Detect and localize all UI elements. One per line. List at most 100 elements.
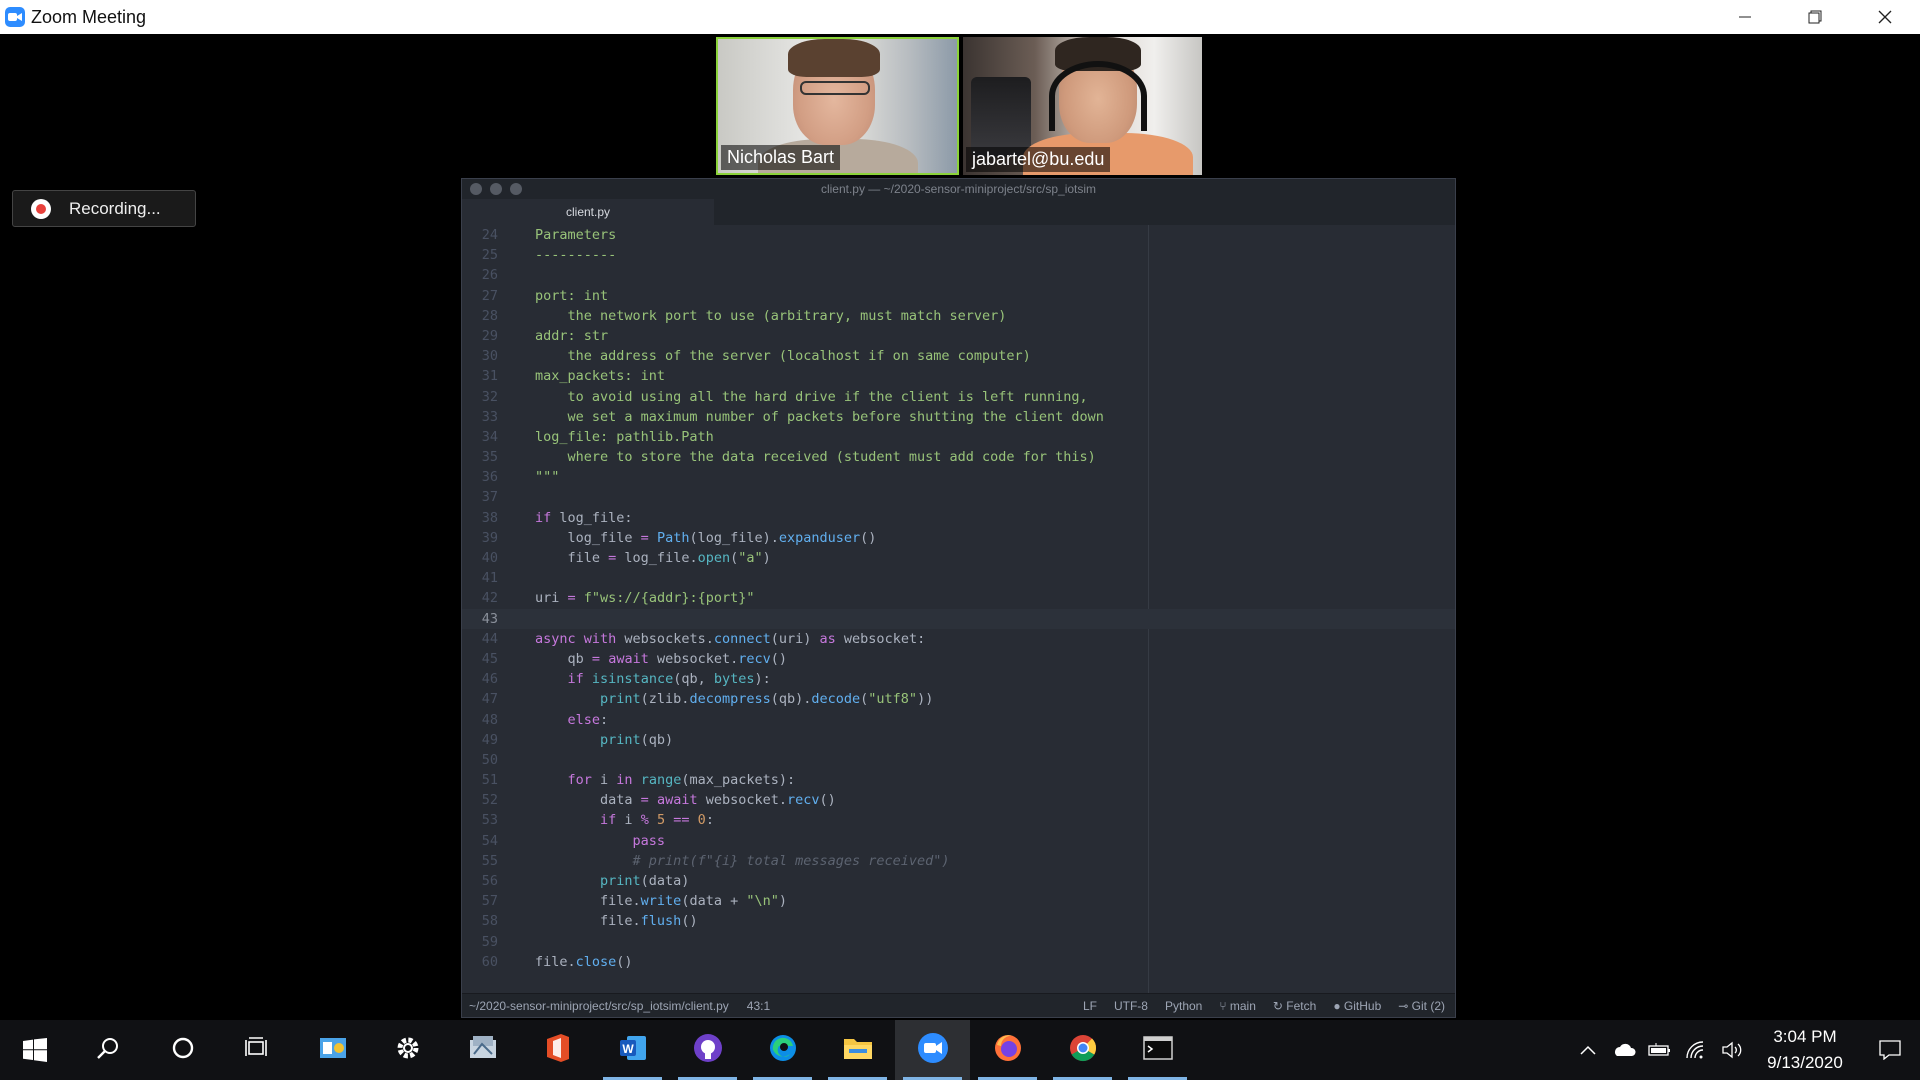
status-fetch-button[interactable]: ↻ Fetch bbox=[1273, 999, 1316, 1013]
code-text: Parameters bbox=[535, 227, 617, 243]
status-github-button[interactable]: ● GitHub bbox=[1333, 999, 1381, 1013]
action-center-button[interactable] bbox=[1860, 1020, 1920, 1080]
video-person-hair bbox=[788, 39, 880, 77]
code-line[interactable]: 57 file.write(data + "\n") bbox=[462, 891, 1455, 911]
code-line[interactable]: 36 """ bbox=[462, 467, 1455, 487]
code-line[interactable]: 60 file.close() bbox=[462, 952, 1455, 972]
code-line[interactable]: 56 print(data) bbox=[462, 871, 1455, 891]
word-taskbar-button[interactable]: W bbox=[595, 1020, 670, 1080]
status-git-button[interactable]: ⊸ Git (2) bbox=[1398, 999, 1445, 1013]
code-line[interactable]: 41 bbox=[462, 568, 1455, 588]
video-person-headphones bbox=[1049, 61, 1147, 131]
code-line[interactable]: 24 Parameters bbox=[462, 225, 1455, 245]
code-line[interactable]: 34 log_file: pathlib.Path bbox=[462, 427, 1455, 447]
start-button[interactable] bbox=[0, 1020, 70, 1080]
editor-window-title: client.py — ~/2020-sensor-miniproject/sr… bbox=[820, 182, 1097, 196]
code-line[interactable]: 33 we set a maximum number of packets be… bbox=[462, 407, 1455, 427]
code-line[interactable]: 48 else: bbox=[462, 710, 1455, 730]
notification-icon bbox=[1879, 1040, 1901, 1060]
code-line[interactable]: 30 the address of the server (localhost … bbox=[462, 346, 1455, 366]
tab-client-py[interactable]: client.py bbox=[462, 199, 714, 225]
line-number: 53 bbox=[481, 812, 498, 829]
code-line[interactable]: 46 if isinstance(qb, bytes): bbox=[462, 669, 1455, 689]
office-taskbar-button[interactable] bbox=[520, 1020, 595, 1080]
status-branch[interactable]: ⑂ main bbox=[1219, 999, 1256, 1013]
edge-taskbar-button[interactable] bbox=[745, 1020, 820, 1080]
terminal-taskbar-button[interactable] bbox=[1120, 1020, 1195, 1080]
participant-video-2[interactable]: jabartel@bu.edu bbox=[963, 37, 1202, 175]
github-icon: ● bbox=[1333, 998, 1344, 1013]
code-line[interactable]: 32 to avoid using all the hard drive if … bbox=[462, 387, 1455, 407]
code-line[interactable]: 59 bbox=[462, 932, 1455, 952]
code-line[interactable]: 58 file.flush() bbox=[462, 911, 1455, 931]
status-grammar[interactable]: Python bbox=[1165, 999, 1202, 1013]
code-line[interactable]: 31 max_packets: int bbox=[462, 366, 1455, 386]
code-line[interactable]: 43 bbox=[462, 608, 1455, 629]
show-hidden-icons-chevron-icon[interactable] bbox=[1570, 1020, 1606, 1080]
clock-time: 3:04 PM bbox=[1773, 1027, 1837, 1046]
code-text: where to store the data received (studen… bbox=[535, 449, 1096, 466]
code-line[interactable]: 26 bbox=[462, 265, 1455, 285]
explorer-tool-icon bbox=[468, 1034, 498, 1067]
status-line-ending[interactable]: LF bbox=[1083, 999, 1097, 1013]
search-taskbar-button[interactable] bbox=[70, 1020, 145, 1080]
code-text: if isinstance(qb, bytes): bbox=[567, 671, 771, 688]
minimize-button[interactable] bbox=[1710, 0, 1780, 34]
line-number: 29 bbox=[481, 327, 498, 344]
code-line[interactable]: 27 port: int bbox=[462, 286, 1455, 306]
code-line[interactable]: 55 # print(f"{i} total messages received… bbox=[462, 851, 1455, 871]
restore-button[interactable] bbox=[1780, 0, 1850, 34]
taskbar-clock[interactable]: 3:04 PM 9/13/2020 bbox=[1750, 1024, 1860, 1076]
task-view-taskbar-button[interactable] bbox=[220, 1020, 295, 1080]
recording-indicator[interactable]: Recording... bbox=[12, 190, 196, 227]
close-button[interactable] bbox=[1850, 0, 1920, 34]
code-line[interactable]: 42 uri = f"ws://{addr}:{port}" bbox=[462, 588, 1455, 608]
file-explorer-taskbar-button[interactable] bbox=[820, 1020, 895, 1080]
code-area[interactable]: 24 Parameters 25 ---------- 26 27 port: int 28 … bbox=[462, 225, 1455, 993]
code-line[interactable]: 39 log_file = Path(log_file).expanduser(… bbox=[462, 528, 1455, 548]
github-desktop-taskbar-button[interactable] bbox=[670, 1020, 745, 1080]
status-file-path[interactable]: ~/2020-sensor-miniproject/src/sp_iotsim/… bbox=[469, 999, 729, 1013]
code-line[interactable]: 37 bbox=[462, 487, 1455, 507]
line-number: 28 bbox=[481, 307, 498, 324]
firefox-taskbar-button[interactable] bbox=[970, 1020, 1045, 1080]
explorer-tool-taskbar-button[interactable] bbox=[445, 1020, 520, 1080]
code-text: data = await websocket.recv() bbox=[535, 792, 836, 809]
code-line[interactable]: 25 ---------- bbox=[462, 245, 1455, 265]
code-line[interactable]: 54 pass bbox=[462, 831, 1455, 851]
code-line[interactable]: 45 qb = await websocket.recv() bbox=[462, 649, 1455, 669]
settings-taskbar-button[interactable] bbox=[370, 1020, 445, 1080]
code-line[interactable]: 35 where to store the data received (stu… bbox=[462, 447, 1455, 467]
line-number: 37 bbox=[481, 489, 498, 506]
battery-icon[interactable] bbox=[1642, 1020, 1678, 1080]
line-number: 25 bbox=[481, 247, 498, 264]
code-line[interactable]: 29 addr: str bbox=[462, 326, 1455, 346]
code-line[interactable]: 40 file = log_file.open("a") bbox=[462, 548, 1455, 568]
status-encoding[interactable]: UTF-8 bbox=[1114, 999, 1148, 1013]
code-line[interactable]: 49 print(qb) bbox=[462, 730, 1455, 750]
chrome-taskbar-button[interactable] bbox=[1045, 1020, 1120, 1080]
participant-video-1[interactable]: Nicholas Bart bbox=[716, 37, 959, 175]
onedrive-cloud-icon[interactable] bbox=[1606, 1020, 1642, 1080]
code-line[interactable]: 28 the network port to use (arbitrary, m… bbox=[462, 306, 1455, 326]
shared-screen-editor[interactable]: client.py — ~/2020-sensor-miniproject/sr… bbox=[461, 178, 1456, 1018]
code-line[interactable]: 51 for i in range(max_packets): bbox=[462, 770, 1455, 790]
line-number: 36 bbox=[481, 469, 498, 486]
status-cursor-position[interactable]: 43:1 bbox=[747, 999, 770, 1013]
control-panel-taskbar-button[interactable] bbox=[295, 1020, 370, 1080]
code-line[interactable]: 52 data = await websocket.recv() bbox=[462, 790, 1455, 810]
cortana-taskbar-button[interactable] bbox=[145, 1020, 220, 1080]
task-view-icon bbox=[244, 1036, 271, 1064]
code-line[interactable]: 50 bbox=[462, 750, 1455, 770]
zoom-taskbar-button[interactable] bbox=[895, 1020, 970, 1080]
code-line[interactable]: 47 print(zlib.decompress(qb).decode("utf… bbox=[462, 689, 1455, 709]
code-line[interactable]: 44 async with websockets.connect(uri) as … bbox=[462, 629, 1455, 649]
code-line[interactable]: 38 if log_file: bbox=[462, 508, 1455, 528]
volume-icon[interactable] bbox=[1714, 1020, 1750, 1080]
branch-icon: ⑂ bbox=[1219, 998, 1230, 1013]
line-number: 27 bbox=[481, 287, 498, 304]
code-line[interactable]: 53 if i % 5 == 0: bbox=[462, 810, 1455, 830]
line-number: 39 bbox=[481, 529, 498, 546]
wifi-icon[interactable] bbox=[1678, 1020, 1714, 1080]
line-number: 33 bbox=[481, 408, 498, 425]
